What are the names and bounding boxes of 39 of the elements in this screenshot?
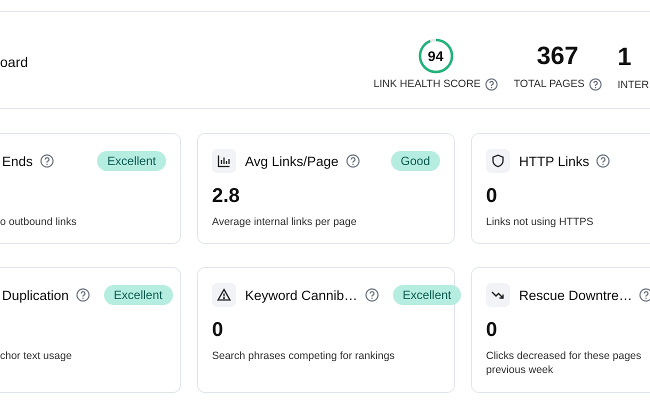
card-value: 2.8 <box>212 185 240 208</box>
status-badge: Excellent <box>392 285 462 305</box>
metric-label: LINK HEALTH SCORE <box>374 78 481 90</box>
card-title: Ends <box>2 154 33 168</box>
bar-chart-icon <box>212 149 236 173</box>
trend-down-icon <box>486 283 510 307</box>
card-title: Duplication <box>2 288 69 302</box>
card-description: o outbound links <box>0 216 78 230</box>
card-title: Rescue Downtre… <box>519 288 632 302</box>
score-gauge: 94 <box>418 38 454 74</box>
card-value: 0 <box>212 319 224 342</box>
status-badge: Good <box>390 151 440 171</box>
card-value: 0 <box>486 319 498 342</box>
card-description: chor text usage <box>0 350 73 364</box>
card-description: Search phrases competing for rankings <box>212 350 396 364</box>
help-icon[interactable] <box>588 78 602 90</box>
card-title: Avg Links/Page <box>245 154 339 168</box>
card-value: 0 <box>486 185 498 208</box>
warning-icon <box>212 283 236 307</box>
card-title: HTTP Links <box>519 154 590 168</box>
help-icon[interactable] <box>596 154 610 168</box>
card-title: Keyword Cannib… <box>245 288 358 302</box>
page-title: oard <box>0 54 28 70</box>
metric-label: TOTAL PAGES <box>514 78 584 90</box>
status-badge: Excellent <box>97 151 166 171</box>
metric-value: 367 <box>536 40 578 72</box>
help-icon[interactable] <box>364 288 379 302</box>
help-icon[interactable] <box>346 154 360 168</box>
help-icon[interactable] <box>484 78 498 90</box>
status-badge: Excellent <box>104 285 172 305</box>
help-icon[interactable] <box>76 288 90 302</box>
card-description: Average internal links per page <box>212 216 358 230</box>
metric-value: 1 <box>618 42 632 72</box>
metric-label: INTER <box>618 78 649 90</box>
help-icon[interactable] <box>639 288 650 302</box>
card-description: Links not using HTTPS <box>486 216 594 230</box>
shield-icon <box>486 149 510 173</box>
card-description: Clicks decreased for these pages previous week <box>486 350 642 378</box>
help-icon[interactable] <box>40 154 54 168</box>
